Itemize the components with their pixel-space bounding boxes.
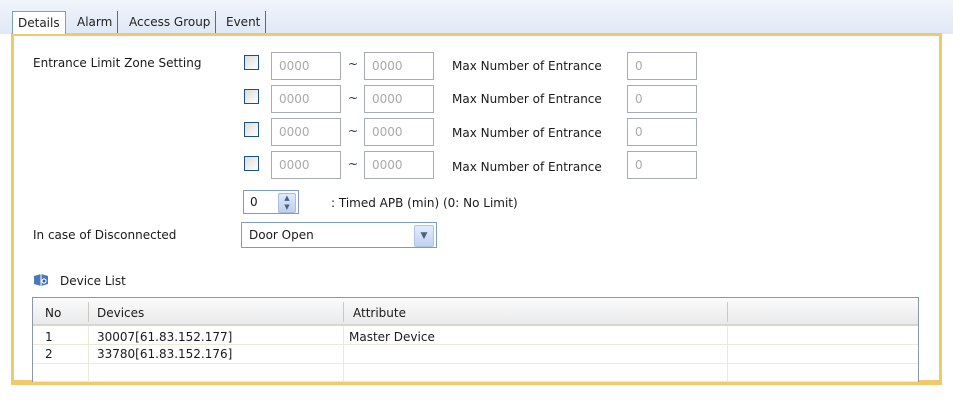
timed-apb-value: 0 bbox=[250, 195, 258, 209]
range-separator: ~ bbox=[348, 124, 359, 138]
tab-strip: Details Alarm Access Group Event bbox=[0, 0, 953, 34]
table-cell-device[interactable]: 30007[61.83.152.177] bbox=[97, 330, 232, 344]
zone-to-input-4[interactable]: 0000 bbox=[364, 151, 434, 179]
range-separator: ~ bbox=[348, 91, 359, 105]
spin-up-icon[interactable]: ▲ bbox=[279, 194, 295, 203]
max-entrance-label: Max Number of Entrance bbox=[452, 59, 602, 73]
zone-from-input-3[interactable]: 0000 bbox=[271, 118, 341, 146]
spin-down-icon[interactable]: ▼ bbox=[279, 203, 295, 212]
timed-apb-label: : Timed APB (min) (0: No Limit) bbox=[331, 196, 518, 210]
max-entrance-label: Max Number of Entrance bbox=[452, 160, 602, 174]
device-table: No Devices Attribute 1 30007[61.83.152.1… bbox=[32, 297, 919, 385]
table-cell-attribute[interactable]: Master Device bbox=[349, 330, 435, 344]
zone-to-input-2[interactable]: 0000 bbox=[364, 85, 434, 113]
chevron-down-icon[interactable]: ▼ bbox=[414, 225, 434, 247]
max-entrance-label: Max Number of Entrance bbox=[452, 92, 602, 106]
table-cell-device[interactable]: 33780[61.83.152.176] bbox=[97, 347, 232, 361]
grid-line bbox=[33, 363, 918, 364]
column-header-no[interactable]: No bbox=[45, 306, 61, 320]
range-separator: ~ bbox=[348, 157, 359, 171]
column-divider[interactable] bbox=[343, 302, 344, 322]
grid-line bbox=[88, 326, 89, 385]
grid-line bbox=[33, 344, 918, 345]
tab-details[interactable]: Details bbox=[12, 11, 66, 34]
max-entrance-input-3[interactable]: 0 bbox=[627, 118, 697, 146]
timed-apb-spinner[interactable]: 0 ▲ ▼ bbox=[243, 190, 299, 214]
disconnected-label: In case of Disconnected bbox=[33, 228, 177, 242]
device-list-icon bbox=[34, 274, 48, 286]
tab-access-group[interactable]: Access Group bbox=[124, 11, 217, 33]
range-separator: ~ bbox=[348, 57, 359, 71]
disconnected-selected-value: Door Open bbox=[249, 228, 314, 242]
max-entrance-label: Max Number of Entrance bbox=[452, 126, 602, 140]
table-cell-no[interactable]: 1 bbox=[45, 330, 53, 344]
zone-to-input-3[interactable]: 0000 bbox=[364, 118, 434, 146]
grid-line bbox=[727, 326, 728, 385]
grid-line bbox=[343, 326, 344, 385]
table-cell-no[interactable]: 2 bbox=[45, 347, 53, 361]
max-entrance-input-4[interactable]: 0 bbox=[627, 151, 697, 179]
zone-from-input-2[interactable]: 0000 bbox=[271, 85, 341, 113]
device-table-header: No Devices Attribute bbox=[33, 298, 918, 326]
max-entrance-input-1[interactable]: 0 bbox=[627, 52, 697, 80]
zone-from-input-1[interactable]: 0000 bbox=[271, 52, 341, 80]
zone-to-input-1[interactable]: 0000 bbox=[364, 52, 434, 80]
spinner-buttons[interactable]: ▲ ▼ bbox=[278, 193, 296, 213]
max-entrance-input-2[interactable]: 0 bbox=[627, 85, 697, 113]
entrance-limit-label: Entrance Limit Zone Setting bbox=[33, 56, 202, 70]
device-list-title: Device List bbox=[60, 274, 126, 288]
panel-bottom-border bbox=[11, 382, 942, 385]
tab-event[interactable]: Event bbox=[221, 11, 267, 33]
column-divider[interactable] bbox=[727, 302, 728, 322]
column-divider[interactable] bbox=[88, 302, 89, 322]
column-header-attribute[interactable]: Attribute bbox=[353, 306, 406, 320]
zone-checkbox-4[interactable] bbox=[244, 156, 259, 171]
column-header-devices[interactable]: Devices bbox=[97, 306, 144, 320]
tab-alarm[interactable]: Alarm bbox=[72, 11, 119, 33]
disconnected-select[interactable]: Door Open ▼ bbox=[241, 222, 437, 248]
zone-checkbox-2[interactable] bbox=[244, 89, 259, 104]
zone-from-input-4[interactable]: 0000 bbox=[271, 151, 341, 179]
zone-checkbox-3[interactable] bbox=[244, 122, 259, 137]
zone-checkbox-1[interactable] bbox=[244, 55, 259, 70]
